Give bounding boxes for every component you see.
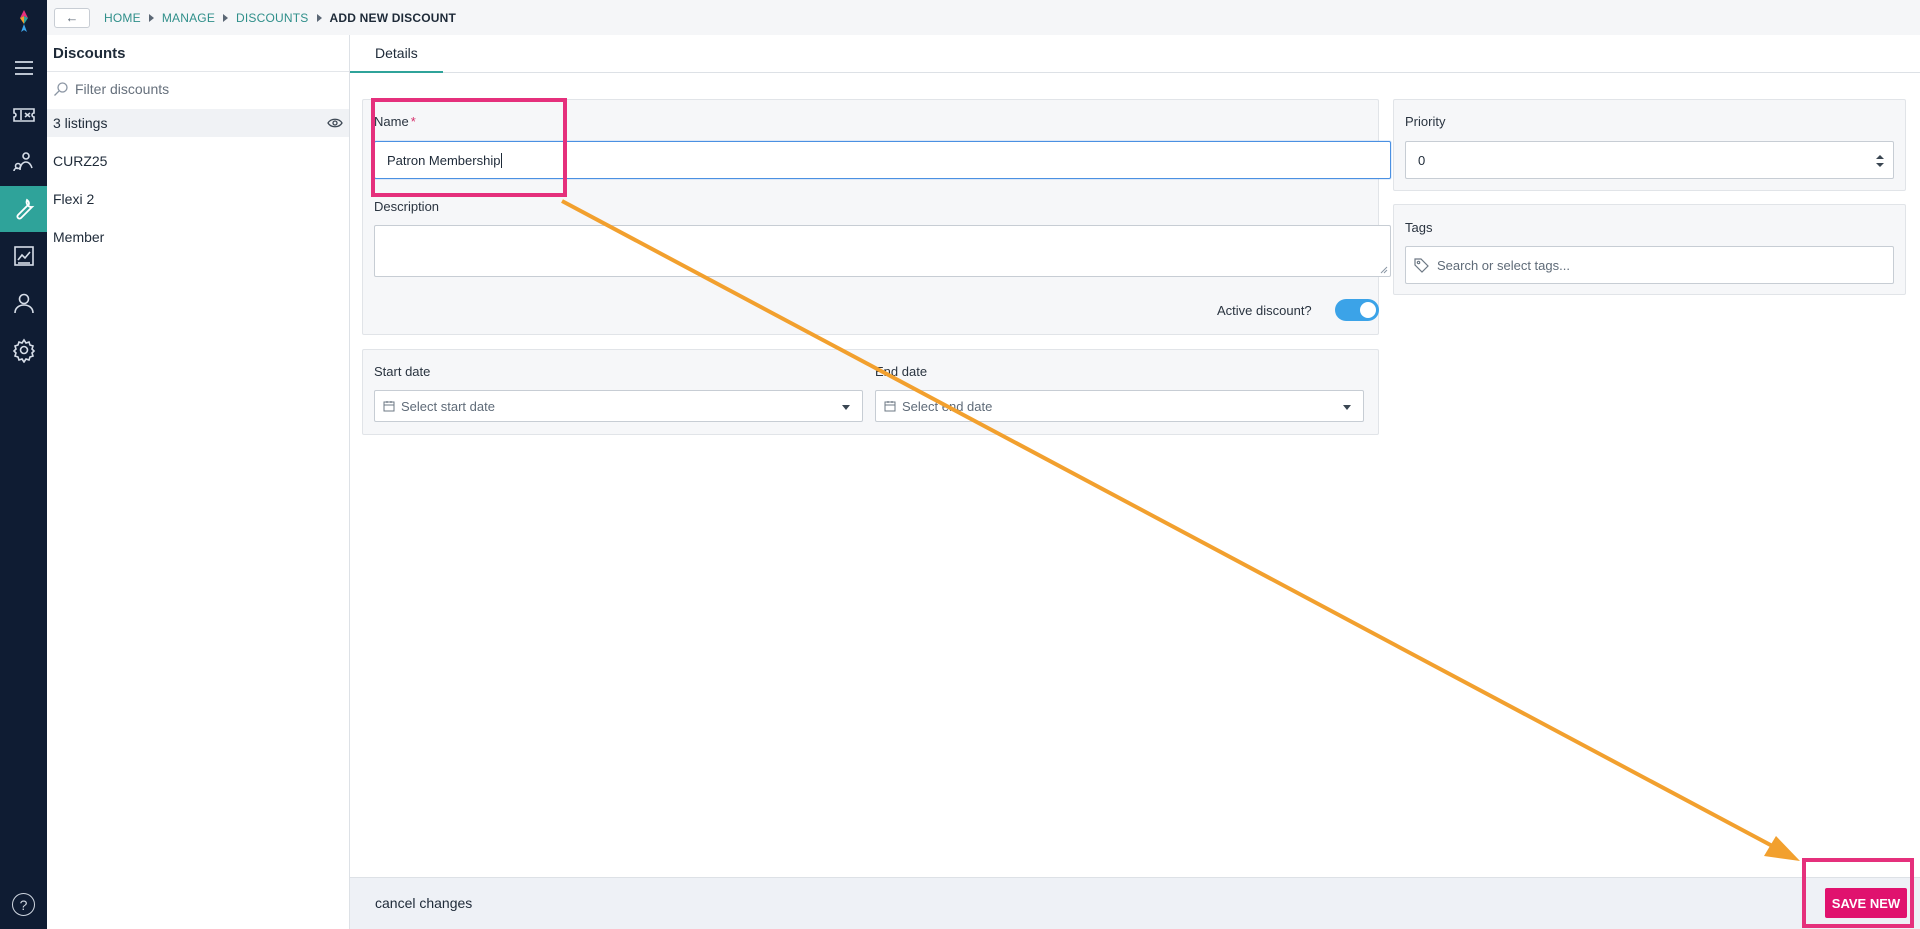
tags-label: Tags xyxy=(1405,220,1433,235)
calendar-icon xyxy=(884,401,896,412)
list-item[interactable]: Flexi 2 xyxy=(53,191,94,207)
dates-card: Start date Select start date End date Se… xyxy=(362,349,1379,435)
priority-card: Priority 0 xyxy=(1393,99,1906,191)
chevron-down-icon xyxy=(1343,405,1351,410)
user-icon[interactable] xyxy=(0,280,47,326)
breadcrumb-discounts[interactable]: DISCOUNTS xyxy=(236,11,308,25)
tags-card: Tags Search or select tags... xyxy=(1393,204,1906,295)
breadcrumb-home[interactable]: HOME xyxy=(104,11,141,25)
listing-count-row: 3 listings xyxy=(47,109,349,137)
chevron-down-icon xyxy=(842,405,850,410)
reports-icon[interactable] xyxy=(0,233,47,279)
active-discount-label: Active discount? xyxy=(1217,303,1312,318)
name-highlight-box xyxy=(371,98,567,197)
discount-list-panel: Discounts 3 listings CURZ25 Flexi 2 Memb… xyxy=(47,35,350,929)
filter-input[interactable] xyxy=(75,80,335,97)
breadcrumb-bar: ← HOME MANAGE DISCOUNTS ADD NEW DISCOUNT xyxy=(47,0,1920,35)
breadcrumb-separator-icon xyxy=(316,13,322,22)
stepper-arrows-icon[interactable] xyxy=(1876,155,1884,167)
search-icon xyxy=(54,81,68,96)
save-highlight-box xyxy=(1802,858,1914,928)
action-bar: cancel changes SAVE NEW xyxy=(350,877,1920,929)
back-button[interactable]: ← xyxy=(54,7,90,28)
breadcrumb: HOME MANAGE DISCOUNTS ADD NEW DISCOUNT xyxy=(104,11,456,25)
list-title: Discounts xyxy=(53,45,126,62)
end-date-label: End date xyxy=(875,364,928,379)
app-logo-icon[interactable] xyxy=(13,8,35,36)
nav-rail: ? xyxy=(0,0,47,929)
wrench-icon[interactable] xyxy=(0,186,47,232)
breadcrumb-manage[interactable]: MANAGE xyxy=(162,11,215,25)
calendar-icon xyxy=(383,401,395,412)
list-item[interactable]: CURZ25 xyxy=(53,153,107,169)
start-date-placeholder: Select start date xyxy=(401,398,495,414)
active-discount-toggle[interactable] xyxy=(1335,299,1379,321)
description-field[interactable] xyxy=(374,225,1391,277)
filter-bar xyxy=(47,71,349,105)
start-date-select[interactable]: Select start date xyxy=(374,390,863,422)
tab-details[interactable]: Details xyxy=(350,35,443,73)
toggle-knob xyxy=(1360,302,1376,318)
list-item[interactable]: Member xyxy=(53,229,104,245)
end-date-select[interactable]: Select end date xyxy=(875,390,1364,422)
cancel-changes-link[interactable]: cancel changes xyxy=(375,895,472,911)
tags-placeholder: Search or select tags... xyxy=(1437,257,1570,273)
priority-stepper[interactable]: 0 xyxy=(1405,141,1894,179)
eye-icon[interactable] xyxy=(327,117,343,129)
priority-value: 0 xyxy=(1418,152,1426,168)
tags-input[interactable]: Search or select tags... xyxy=(1405,246,1894,284)
discount-form: Name * Patron Membership Description Acti… xyxy=(350,73,1920,877)
menu-icon[interactable] xyxy=(0,45,47,91)
resize-handle-icon[interactable] xyxy=(1380,266,1388,274)
tab-bar: Details xyxy=(350,35,1920,73)
breadcrumb-separator-icon xyxy=(223,13,229,22)
priority-label: Priority xyxy=(1405,114,1446,129)
people-icon[interactable] xyxy=(0,139,47,185)
start-date-label: Start date xyxy=(374,364,431,379)
settings-icon[interactable] xyxy=(0,327,47,373)
tickets-icon[interactable] xyxy=(0,92,47,138)
description-label: Description xyxy=(374,199,440,214)
tag-icon xyxy=(1414,258,1429,273)
end-date-placeholder: Select end date xyxy=(902,398,993,414)
listing-count: 3 listings xyxy=(53,115,108,131)
breadcrumb-current: ADD NEW DISCOUNT xyxy=(329,10,457,25)
help-icon[interactable]: ? xyxy=(12,893,35,916)
breadcrumb-separator-icon xyxy=(148,13,154,22)
